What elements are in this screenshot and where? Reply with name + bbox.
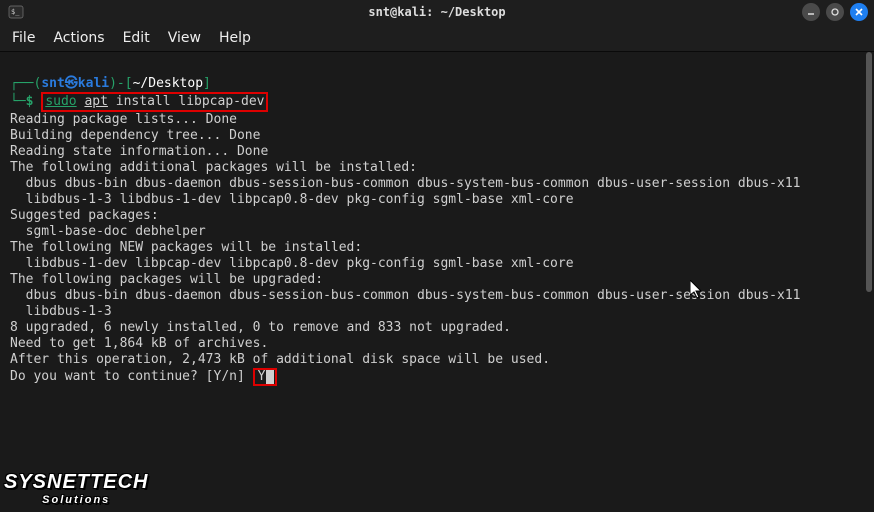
cmd-rest: install libpcap-dev (108, 94, 265, 109)
svg-text:$_: $_ (11, 8, 20, 16)
prompt-user-host: snt㉿kali (41, 76, 109, 91)
scrollbar-thumb[interactable] (866, 52, 872, 292)
cmd-apt: apt (84, 94, 107, 109)
answer-y: Y (258, 369, 266, 384)
output-line: dbus dbus-bin dbus-daemon dbus-session-b… (10, 288, 801, 303)
menu-file[interactable]: File (12, 30, 35, 46)
output-line: Reading state information... Done (10, 144, 268, 159)
continue-prompt: Do you want to continue? [Y/n] (10, 369, 253, 384)
terminal[interactable]: ┌──(snt㉿kali)-[~/Desktop] └─$ sudo apt i… (0, 52, 874, 512)
prompt-cwd: ~/Desktop (133, 76, 203, 91)
close-button[interactable] (850, 3, 868, 21)
window-title: snt@kali: ~/Desktop (368, 5, 505, 19)
highlighted-command: sudo apt install libpcap-dev (41, 92, 268, 112)
watermark-title: SYSNETTECH (4, 471, 148, 493)
output-line: Building dependency tree... Done (10, 128, 260, 143)
cmd-sudo: sudo (45, 94, 76, 109)
output-line: libdbus-1-dev libpcap-dev libpcap0.8-dev… (10, 256, 574, 271)
menu-help[interactable]: Help (219, 30, 251, 46)
watermark-subtitle: Solutions (4, 494, 148, 506)
output-line: sgml-base-doc debhelper (10, 224, 206, 239)
watermark: SYSNETTECH Solutions (4, 471, 148, 506)
titlebar: $_ snt@kali: ~/Desktop (0, 0, 874, 24)
output-line: The following NEW packages will be insta… (10, 240, 362, 255)
scrollbar[interactable] (864, 52, 874, 512)
highlighted-answer: Y (253, 368, 278, 386)
output-line: Need to get 1,864 kB of archives. (10, 336, 268, 351)
prompt-line1-open: ┌──( (10, 76, 41, 91)
maximize-button[interactable] (826, 3, 844, 21)
terminal-app-icon: $_ (8, 4, 24, 20)
output-line: dbus dbus-bin dbus-daemon dbus-session-b… (10, 176, 801, 191)
terminal-wrap: ┌──(snt㉿kali)-[~/Desktop] └─$ sudo apt i… (0, 52, 874, 512)
output-line: Reading package lists... Done (10, 112, 237, 127)
menu-actions[interactable]: Actions (53, 30, 104, 46)
minimize-button[interactable] (802, 3, 820, 21)
prompt-line2-prefix: └─ (10, 94, 26, 109)
output-line: libdbus-1-3 libdbus-1-dev libpcap0.8-dev… (10, 192, 574, 207)
menu-edit[interactable]: Edit (123, 30, 150, 46)
output-line: 8 upgraded, 6 newly installed, 0 to remo… (10, 320, 511, 335)
menu-view[interactable]: View (168, 30, 201, 46)
output-line: After this operation, 2,473 kB of additi… (10, 352, 550, 367)
terminal-cursor (266, 370, 274, 384)
prompt-line1-sep: )-[ (109, 76, 132, 91)
menubar: File Actions Edit View Help (0, 24, 874, 52)
prompt-line1-close: ] (203, 76, 211, 91)
output-line: libdbus-1-3 (10, 304, 112, 319)
output-line: The following additional packages will b… (10, 160, 417, 175)
output-line: Suggested packages: (10, 208, 159, 223)
window-controls (802, 3, 868, 21)
prompt-dollar: $ (26, 94, 34, 109)
output-line: The following packages will be upgraded: (10, 272, 323, 287)
